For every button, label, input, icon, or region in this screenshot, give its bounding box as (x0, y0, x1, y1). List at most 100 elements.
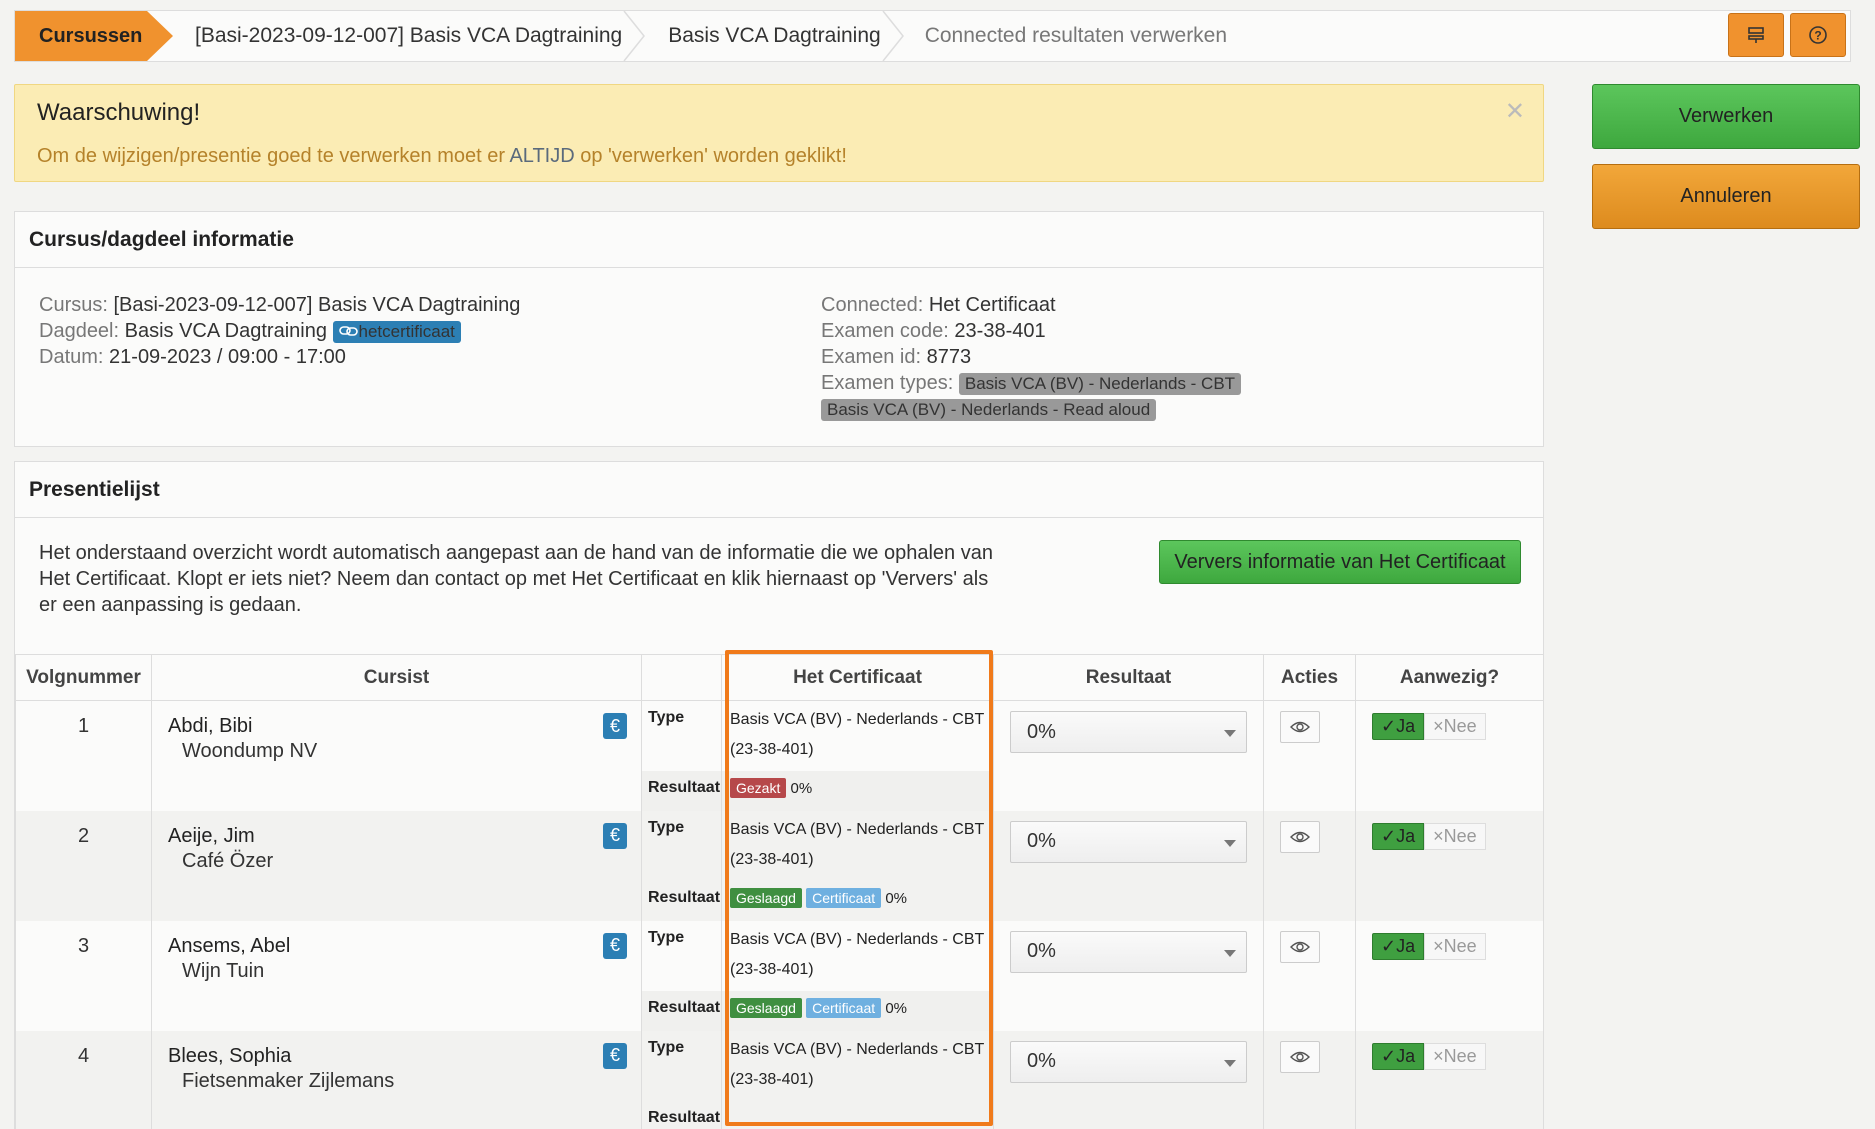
exam-type-badge: Basis VCA (BV) - Nederlands - Read aloud (821, 399, 1157, 421)
exam-type: Basis VCA (BV) - Nederlands - CBT (23-38… (721, 700, 994, 771)
row-number: 4 (15, 1030, 152, 1129)
alert-text: Om de wijzigen/presentie goed te verwerk… (37, 145, 847, 168)
datum-value: 21-09-2023 / 09:00 - 17:00 (109, 346, 346, 368)
breadcrumb-course[interactable]: [Basi-2023-09-12-007] Basis VCA Dagtrain… (147, 11, 646, 61)
alert-title: Waarschuwing! (37, 99, 201, 126)
svg-text:?: ? (1814, 29, 1821, 43)
result-cell: 0% (993, 700, 1264, 811)
breadcrumb: Cursussen [Basi-2023-09-12-007] Basis VC… (14, 10, 1851, 62)
actions-cell (1263, 810, 1356, 921)
check-icon: ✓ (1381, 825, 1397, 846)
layout-icon (1748, 27, 1764, 43)
hetcertificaat-tag[interactable]: hetcertificaat (332, 321, 461, 343)
eye-icon (1290, 941, 1310, 952)
view-button[interactable] (1280, 820, 1320, 853)
present-yes-toggle[interactable]: ✓Ja (1372, 1042, 1425, 1070)
datum-label: Datum: (39, 346, 104, 368)
layout-button[interactable] (1728, 13, 1784, 57)
present-yes-toggle[interactable]: ✓Ja (1372, 822, 1425, 850)
euro-icon[interactable]: € (603, 822, 627, 849)
process-button[interactable]: Verwerken (1592, 84, 1860, 149)
result-label: Resultaat (641, 880, 722, 921)
table-row: 1 Abdi, Bibi Woondump NV € Type Basis VC… (15, 700, 1544, 811)
result-cell: 0% (993, 810, 1264, 921)
col-sublabel (641, 654, 722, 701)
present-no-label: Nee (1443, 716, 1477, 736)
certificate-badge: Certificaat (806, 887, 882, 908)
link-icon (338, 326, 358, 336)
actions-cell (1263, 1030, 1356, 1129)
warning-alert: Waarschuwing! Om de wijzigen/presentie g… (14, 84, 1544, 182)
result-select[interactable]: 0% (1010, 820, 1247, 863)
attendance-description: Het onderstaand overzicht wordt automati… (39, 542, 993, 616)
check-icon: ✓ (1381, 935, 1397, 956)
result-select-value: 0% (1027, 1050, 1056, 1072)
eye-icon (1290, 721, 1310, 733)
close-icon: × (1433, 825, 1444, 846)
present-yes-label: Ja (1396, 825, 1416, 846)
result-select-value: 0% (1027, 940, 1056, 962)
alert-text-after: op 'verwerken' worden geklikt! (574, 145, 847, 167)
exam-id-value: 8773 (926, 346, 972, 368)
cancel-button[interactable]: Annuleren (1592, 164, 1860, 229)
present-yes-toggle[interactable]: ✓Ja (1372, 713, 1425, 740)
exam-score: 0% (885, 999, 907, 1017)
present-no-toggle[interactable]: ×Nee (1424, 932, 1486, 960)
result-cell: 0% (993, 1030, 1264, 1129)
course-info-panel: Cursus/dagdeel informatie Cursus: [Basi-… (14, 211, 1544, 447)
table-row: 4 Blees, Sophia Fietsenmaker Zijlemans €… (15, 1030, 1544, 1129)
present-no-toggle[interactable]: ×Nee (1424, 713, 1486, 740)
view-button[interactable] (1280, 930, 1320, 963)
view-button[interactable] (1280, 1040, 1320, 1073)
close-icon: × (1433, 716, 1444, 736)
check-icon: ✓ (1381, 1045, 1397, 1066)
result-select-value: 0% (1027, 830, 1056, 852)
view-button[interactable] (1280, 711, 1320, 743)
present-yes-label: Ja (1396, 1045, 1416, 1066)
type-label: Type (641, 810, 722, 881)
result-select[interactable]: 0% (1010, 930, 1247, 973)
present-yes-toggle[interactable]: ✓Ja (1372, 932, 1425, 960)
table-row: 2 Aeije, Jim Café Özer € Type Basis VCA … (15, 810, 1544, 921)
present-no-label: Nee (1443, 825, 1477, 846)
alert-text-before: Om de wijzigen/presentie goed te verwerk… (37, 145, 510, 167)
check-icon: ✓ (1381, 716, 1397, 736)
help-button[interactable]: ? (1790, 13, 1846, 57)
present-no-label: Nee (1443, 1045, 1477, 1066)
actions-cell (1263, 920, 1356, 1031)
close-icon[interactable]: ✕ (1505, 97, 1525, 126)
present-no-toggle[interactable]: ×Nee (1424, 822, 1486, 850)
result-select[interactable]: 0% (1010, 711, 1247, 753)
present-no-toggle[interactable]: ×Nee (1424, 1042, 1486, 1070)
attendance-title: Presentielijst (15, 462, 1543, 518)
refresh-button[interactable]: Ververs informatie van Het Certificaat (1159, 540, 1521, 584)
breadcrumb-dagdeel-label: Basis VCA Dagtraining (668, 24, 881, 47)
type-label: Type (641, 700, 722, 771)
exam-type: Basis VCA (BV) - Nederlands - CBT (23-38… (721, 920, 994, 991)
breadcrumb-dagdeel[interactable]: Basis VCA Dagtraining (622, 11, 904, 61)
exam-type-badge: Basis VCA (BV) - Nederlands - CBT (958, 373, 1242, 395)
exam-score: 0% (885, 889, 907, 907)
student-cell: Abdi, Bibi Woondump NV € (151, 700, 642, 811)
student-cell: Ansems, Abel Wijn Tuin € (151, 920, 642, 1031)
connected-value: Het Certificaat (928, 294, 1056, 316)
present-cell: ✓Ja ×Nee (1355, 810, 1544, 921)
present-cell: ✓Ja ×Nee (1355, 920, 1544, 1031)
type-label: Type (641, 920, 722, 991)
euro-icon[interactable]: € (603, 932, 627, 959)
result-select[interactable]: 0% (1010, 1040, 1247, 1083)
student-company: Fietsenmaker Zijlemans (182, 1069, 395, 1092)
student-name: Ansems, Abel (168, 934, 291, 957)
present-yes-label: Ja (1396, 935, 1416, 956)
course-info-left: Cursus: [Basi-2023-09-12-007] Basis VCA … (39, 292, 520, 370)
col-het-certificaat: Het Certificaat (721, 654, 994, 701)
result-label: Resultaat (641, 1100, 722, 1129)
help-icon: ? (1809, 26, 1827, 44)
euro-icon[interactable]: € (603, 1042, 627, 1069)
euro-icon[interactable]: € (603, 713, 627, 739)
status-passed-badge: Geslaagd (730, 997, 802, 1018)
eye-icon (1290, 831, 1310, 842)
row-number: 2 (15, 810, 152, 921)
breadcrumb-cursussen[interactable]: Cursussen (15, 11, 173, 61)
close-icon: × (1433, 1045, 1444, 1066)
